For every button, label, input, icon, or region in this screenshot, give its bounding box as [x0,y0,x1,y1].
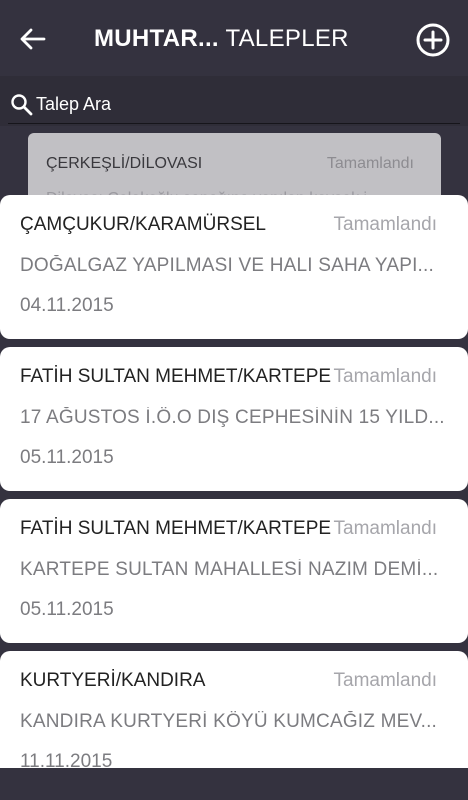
item-description: 17 AĞUSTOS İ.Ö.O DIŞ CEPHESİNİN 15 YILD.… [20,407,445,428]
arrow-left-icon [20,28,46,50]
page-title-bold: MUHTAR... [94,25,219,52]
page-title-rest: TALEPLER [218,25,349,52]
item-location: FATİH SULTAN MEHMET/KARTEPE [20,366,332,387]
item-description: KARTEPE SULTAN MAHALLESİ NAZIM DEMİ... [20,559,439,580]
item-status: Tamamlandı [333,670,438,691]
app-bar: MUHTAR... TALEPLER [0,0,468,76]
search-input[interactable] [36,90,416,118]
page-title: MUHTAR... TALEPLER [94,24,349,54]
item-date: 04.11.2015 [20,295,114,316]
item-location: KURTYERİ/KANDIRA [20,670,206,691]
list-item[interactable]: Tamamlandı FATİH SULTAN MEHMET/KARTEPE 1… [0,347,468,491]
item-location: FATİH SULTAN MEHMET/KARTEPE [20,518,332,539]
bottom-bar [0,768,468,800]
item-status: Tamamlandı [333,518,438,539]
item-date: 05.11.2015 [20,447,114,468]
item-description: DOĞALGAZ YAPILMASI VE HALI SAHA YAPI... [20,255,434,276]
item-location: ÇAMÇUKUR/KARAMÜRSEL [20,214,266,235]
add-request-button[interactable] [415,22,451,58]
item-location: ÇERKEŞLİ/DİLOVASI [46,155,203,172]
item-date: 11.11.2015 [20,751,113,768]
search-icon [11,94,33,116]
item-status: Tamamlandı [333,366,438,387]
item-status: Tamamlandı [326,155,414,172]
item-date: 05.11.2015 [20,599,114,620]
search-underline [8,123,460,124]
item-description: KANDIRA KURTYERİ KÖYÜ KUMCAĞIZ MEV... [20,711,438,732]
list-item[interactable]: KURTYERİ/KANDIRA Tamamlandı KANDIRA KURT… [0,651,468,768]
list-item[interactable]: Tamamlandı FATİH SULTAN MEHMET/KARTEPE K… [0,499,468,643]
request-list[interactable]: ÇERKEŞLİ/DİLOVASI Tamamlandı Dilovası Ço… [0,126,468,768]
list-item[interactable]: ÇAMÇUKUR/KARAMÜRSEL Tamamlandı DOĞALGAZ … [0,195,468,339]
back-button[interactable] [18,24,48,54]
item-status: Tamamlandı [333,214,438,235]
search-bar [0,76,468,126]
plus-circle-icon [416,23,450,57]
